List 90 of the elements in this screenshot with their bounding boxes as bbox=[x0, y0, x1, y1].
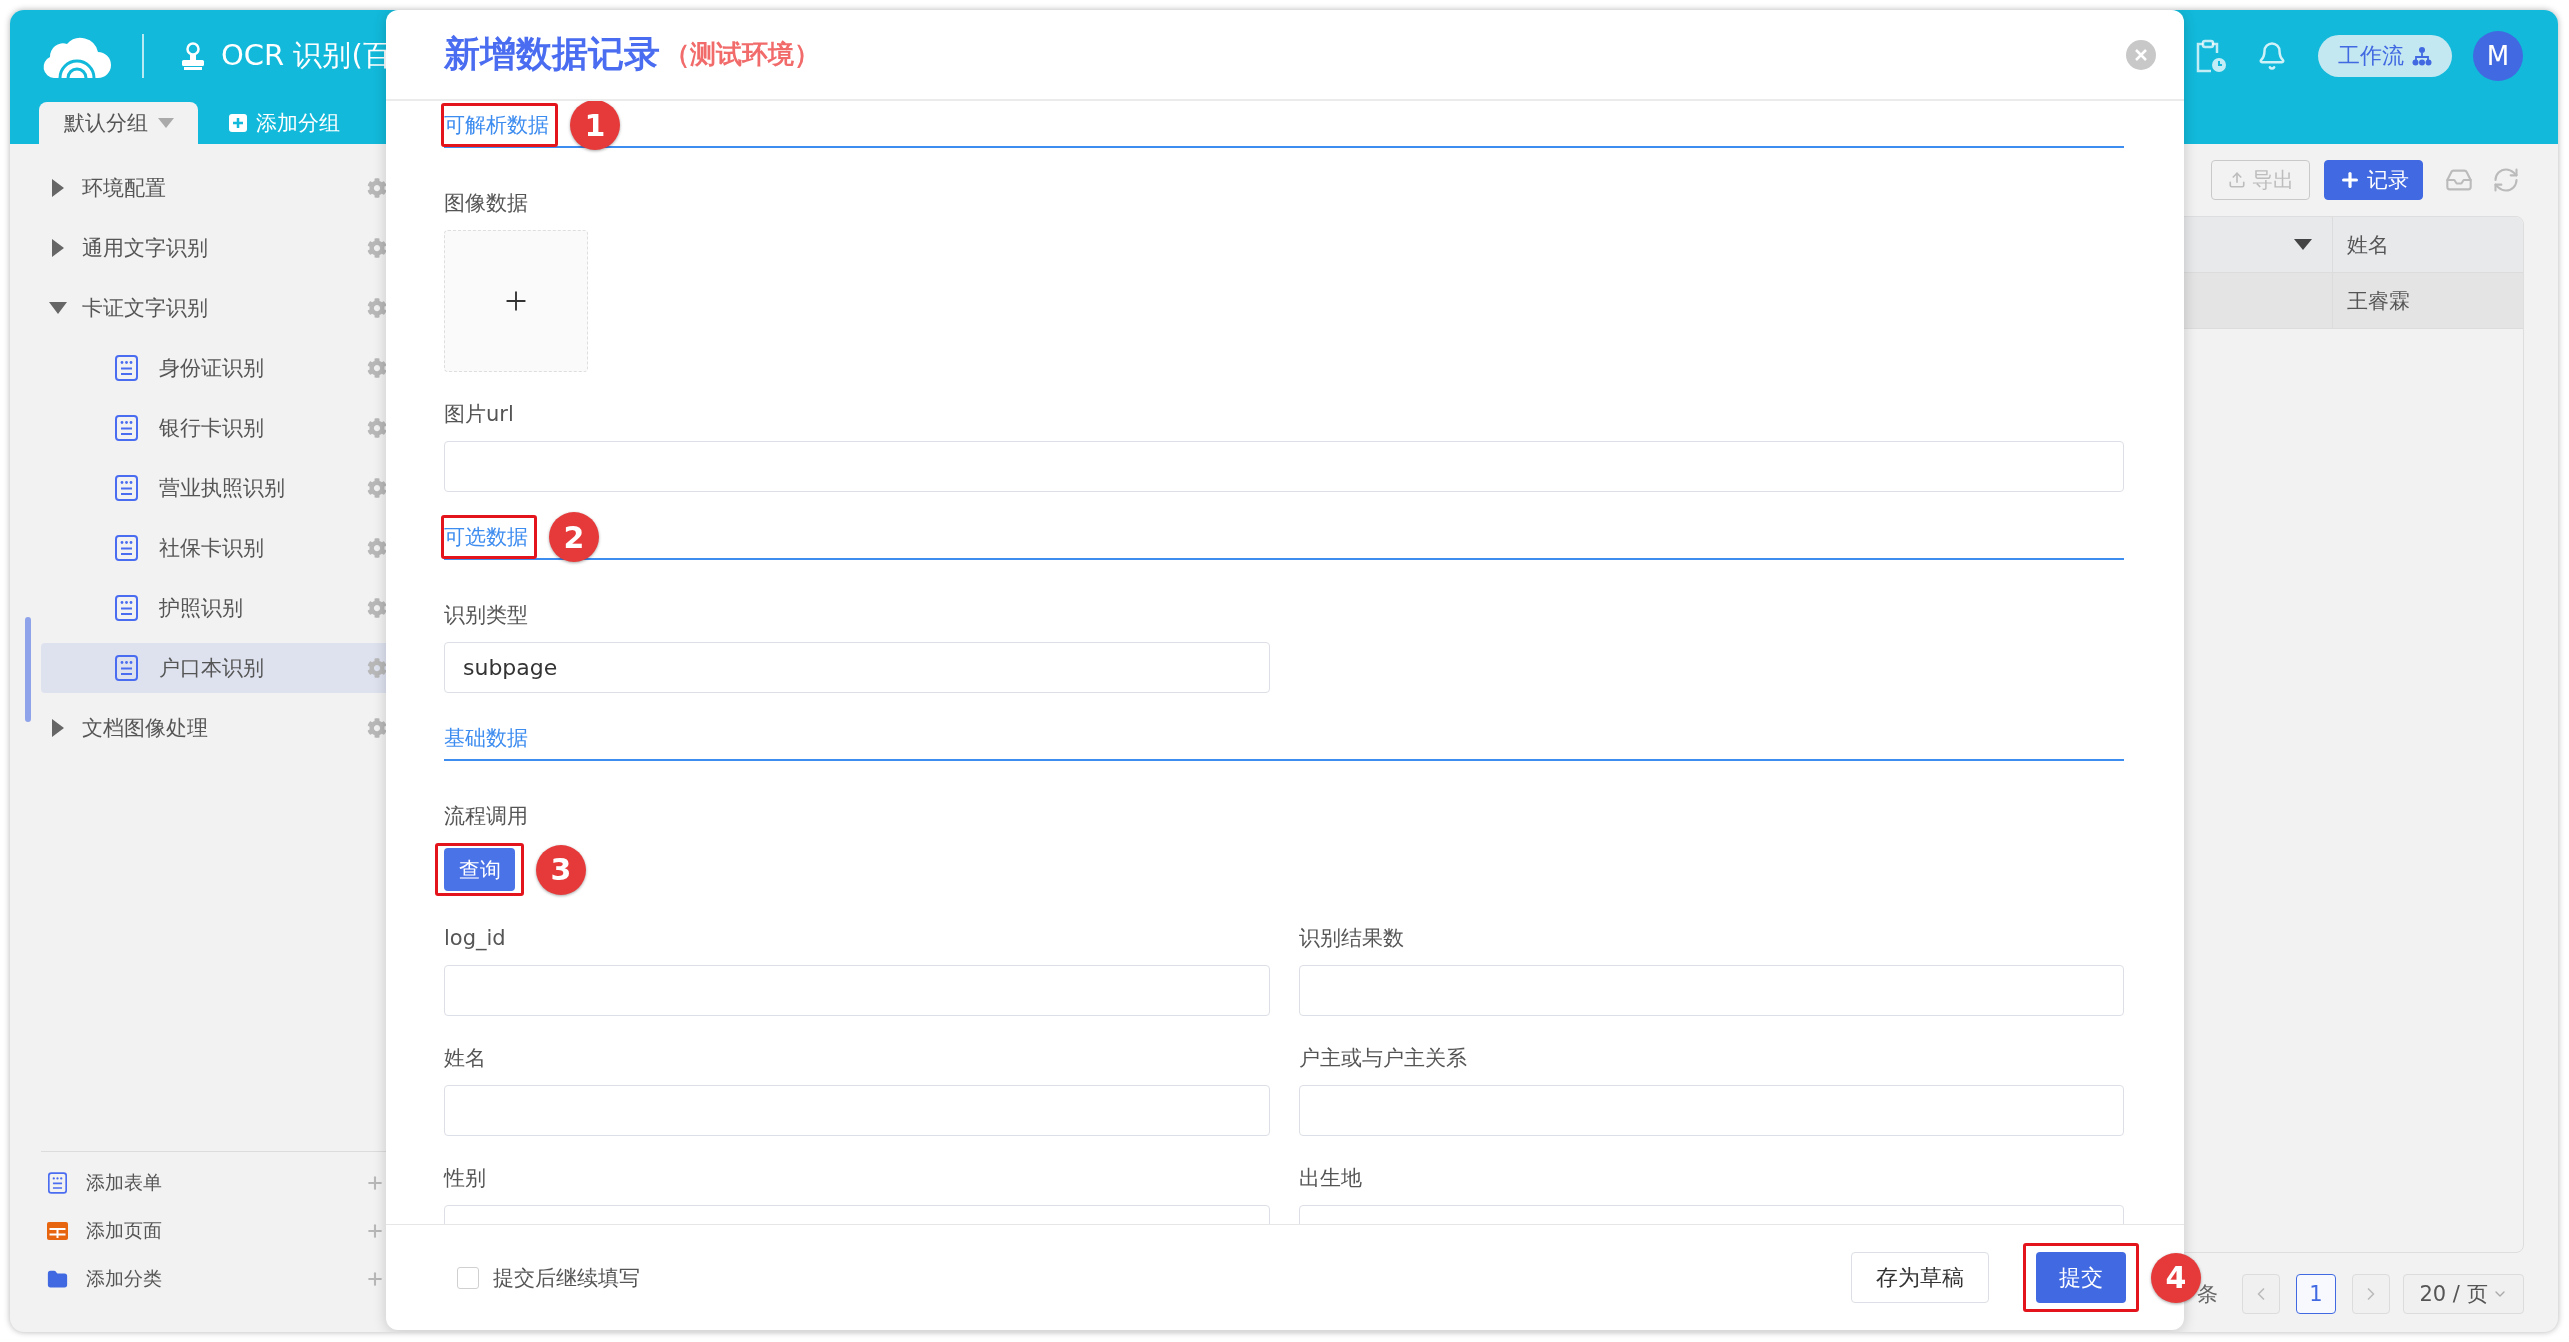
previous-page-button[interactable] bbox=[2242, 1274, 2280, 1314]
environment-note: （测试环境） bbox=[664, 38, 820, 71]
caret-down-icon[interactable] bbox=[49, 302, 67, 314]
section-title: 可解析数据 bbox=[444, 112, 549, 139]
stamp-icon bbox=[180, 42, 206, 70]
tree-item[interactable]: 护照识别 bbox=[41, 583, 400, 633]
checkbox-label[interactable]: 提交后继续填写 bbox=[493, 1263, 640, 1292]
settings-icon[interactable] bbox=[367, 238, 387, 258]
query-button[interactable]: 查询 bbox=[444, 848, 515, 891]
tree-item[interactable]: 银行卡识别 bbox=[41, 403, 400, 453]
close-icon[interactable] bbox=[2126, 39, 2156, 70]
settings-icon[interactable] bbox=[367, 298, 387, 318]
settings-icon[interactable] bbox=[367, 358, 387, 378]
tree-item[interactable]: 文档图像处理 bbox=[41, 703, 400, 753]
caret-right-icon[interactable] bbox=[52, 239, 64, 257]
settings-icon[interactable] bbox=[367, 718, 387, 738]
step-number-badge: 2 bbox=[549, 512, 599, 562]
plus-icon[interactable] bbox=[365, 1269, 385, 1289]
caret-right-icon[interactable] bbox=[52, 719, 64, 737]
plus-icon[interactable] bbox=[365, 1221, 385, 1241]
form-icon bbox=[115, 655, 138, 681]
plus-icon[interactable] bbox=[365, 1173, 385, 1193]
plus-square-icon bbox=[229, 114, 247, 132]
sidebar-action[interactable]: 添加页面 bbox=[41, 1207, 400, 1255]
settings-icon[interactable] bbox=[367, 598, 387, 618]
field-label: 户主或与户主关系 bbox=[1298, 1045, 1467, 1072]
user-avatar[interactable]: M bbox=[2473, 31, 2523, 81]
input-field[interactable] bbox=[1298, 1085, 2124, 1136]
group-tab[interactable]: 默认分组 bbox=[39, 102, 198, 144]
form-icon bbox=[115, 355, 138, 381]
bell-icon[interactable] bbox=[2257, 41, 2287, 71]
workflow-button[interactable]: 工作流 bbox=[2318, 35, 2452, 77]
field-label: 姓名 bbox=[444, 1045, 486, 1072]
form-icon bbox=[115, 595, 138, 621]
field-label: 流程调用 bbox=[444, 803, 528, 830]
settings-icon[interactable] bbox=[367, 478, 387, 498]
column-header: 姓名 bbox=[2346, 231, 2390, 259]
refresh-icon[interactable] bbox=[2492, 166, 2520, 194]
input-field[interactable] bbox=[444, 965, 1270, 1016]
checkbox[interactable] bbox=[457, 1266, 479, 1289]
grid-page-icon bbox=[47, 1222, 68, 1240]
image-upload-box[interactable] bbox=[444, 230, 588, 372]
caret-down-icon[interactable] bbox=[2294, 239, 2312, 250]
sitemap-icon bbox=[2412, 46, 2432, 66]
field-label: log_id bbox=[444, 925, 506, 953]
form-icon bbox=[115, 475, 138, 501]
add-record-button[interactable]: 记录 bbox=[2324, 160, 2423, 200]
sidebar-action[interactable]: 添加表单 bbox=[41, 1159, 400, 1207]
field-label: 图片url bbox=[444, 401, 514, 428]
save-draft-button[interactable]: 存为草稿 bbox=[1851, 1252, 1989, 1303]
page-number-button[interactable]: 1 bbox=[2296, 1274, 2336, 1314]
form-icon bbox=[115, 415, 138, 441]
clipboard-clock-icon[interactable] bbox=[2195, 39, 2227, 73]
step-number-badge: 1 bbox=[570, 101, 620, 150]
caret-right-icon[interactable] bbox=[52, 179, 64, 197]
tree-item[interactable]: 环境配置 bbox=[41, 163, 400, 213]
scrollbar-thumb[interactable] bbox=[25, 617, 31, 722]
tree-item[interactable]: 社保卡识别 bbox=[41, 523, 400, 573]
dialog-title: 新增数据记录 bbox=[444, 32, 660, 76]
sidebar-action[interactable]: 添加分类 bbox=[41, 1255, 400, 1303]
tree-item[interactable]: 卡证文字识别 bbox=[41, 283, 400, 333]
input-field[interactable] bbox=[1298, 965, 2124, 1016]
field-label: 出生地 bbox=[1298, 1165, 1362, 1192]
field-label: 图像数据 bbox=[444, 190, 528, 217]
section-title: 基础数据 bbox=[444, 725, 528, 752]
field-label: 识别结果数 bbox=[1298, 925, 1404, 952]
tree-item[interactable]: 身份证识别 bbox=[41, 343, 400, 393]
settings-icon[interactable] bbox=[367, 418, 387, 438]
input-field[interactable]: subpage bbox=[444, 642, 1270, 693]
tree-item[interactable]: 通用文字识别 bbox=[41, 223, 400, 273]
table-cell-text: 王睿霖 bbox=[2346, 287, 2411, 315]
form-icon bbox=[115, 535, 138, 561]
settings-icon[interactable] bbox=[367, 178, 387, 198]
settings-icon[interactable] bbox=[367, 658, 387, 678]
submit-button[interactable]: 提交 bbox=[2036, 1252, 2126, 1303]
folder-icon bbox=[47, 1268, 68, 1290]
tree-item[interactable]: 营业执照识别 bbox=[41, 463, 400, 513]
input-field[interactable] bbox=[444, 1085, 1270, 1136]
section-title: 可选数据 bbox=[444, 524, 528, 551]
next-page-button[interactable] bbox=[2352, 1274, 2390, 1314]
form-icon bbox=[48, 1172, 67, 1194]
settings-icon[interactable] bbox=[367, 538, 387, 558]
field-label: 识别类型 bbox=[444, 602, 528, 629]
upload-icon bbox=[2227, 171, 2246, 189]
input-field[interactable] bbox=[444, 441, 2124, 492]
step-number-badge: 3 bbox=[536, 844, 586, 895]
field-label: 性别 bbox=[444, 1165, 486, 1192]
caret-down-icon bbox=[157, 118, 174, 128]
page-size-select[interactable]: 20 / 页 bbox=[2403, 1274, 2524, 1314]
app-title: OCR 识别(百 bbox=[221, 37, 392, 74]
